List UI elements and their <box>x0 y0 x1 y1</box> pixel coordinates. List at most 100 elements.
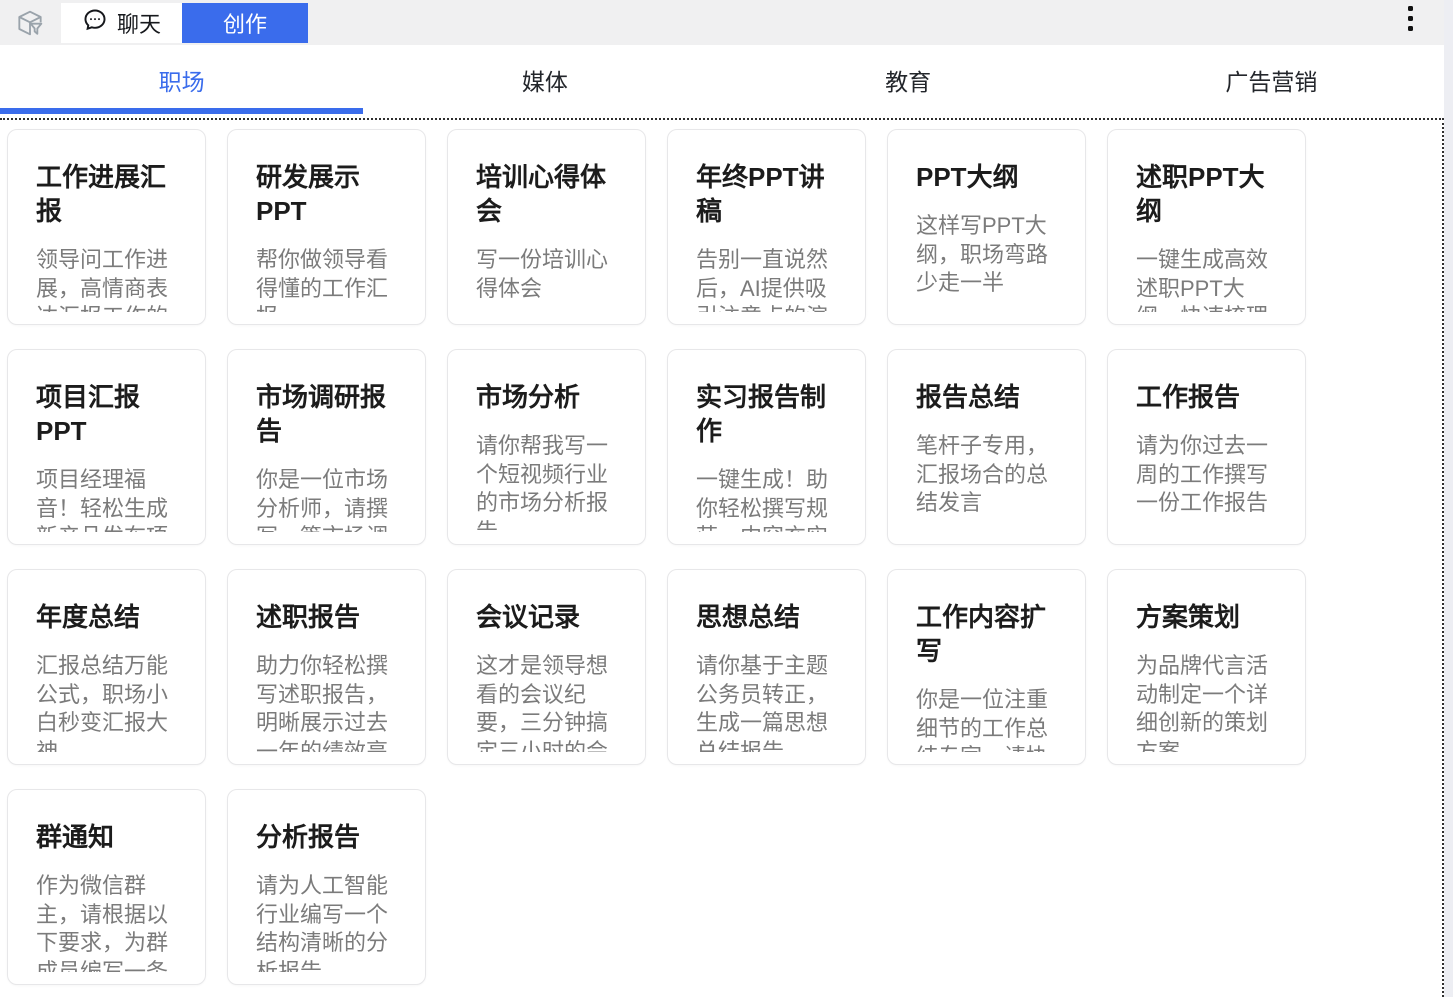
scrollbar[interactable] <box>1444 0 1453 997</box>
prompt-card[interactable]: 分析报告 请为人工智能行业编写一个结构清晰的分析报告 <box>227 789 426 985</box>
card-content-clip: 培训心得体会 写一份培训心得体会 <box>476 160 618 312</box>
prompt-card[interactable]: 会议记录 这才是领导想看的会议纪要，三分钟搞定三小时的会议 <box>447 569 646 765</box>
card-description: 请你基于主题公务员转正，生成一篇思想总结报告 <box>696 652 838 752</box>
card-content-clip: 思想总结 请你基于主题公务员转正，生成一篇思想总结报告 <box>696 600 838 752</box>
prompt-card[interactable]: 工作内容扩写 你是一位注重细节的工作总结专家，请协助扩写 <box>887 569 1086 765</box>
card-title: 会议记录 <box>476 600 618 634</box>
card-description: 领导问工作进展，高情商表达汇报工作的好 <box>36 246 178 312</box>
card-title: 群通知 <box>36 820 178 854</box>
prompt-card[interactable]: 思想总结 请你基于主题公务员转正，生成一篇思想总结报告 <box>667 569 866 765</box>
card-content-clip: 市场调研报告 你是一位市场分析师，请撰写一篇市场调研报告 <box>256 380 398 532</box>
card-title: 项目汇报PPT <box>36 380 178 448</box>
category-tab[interactable]: 媒体 <box>363 45 726 118</box>
card-content-clip: 研发展示PPT 帮你做领导看得懂的工作汇报 <box>256 160 398 312</box>
category-tab[interactable]: 教育 <box>727 45 1090 118</box>
card-description: 一键生成高效述职PPT大纲，快速梳理重点 <box>1136 246 1278 312</box>
prompt-card[interactable]: 实习报告制作 一键生成！助你轻松撰写规范、内容充实的实习报告 <box>667 349 866 545</box>
card-content-clip: PPT大纲 这样写PPT大纲，职场弯路少走一半 <box>916 160 1058 312</box>
card-title: 思想总结 <box>696 600 838 634</box>
card-content-clip: 方案策划 为品牌代言活动制定一个详细创新的策划方案 <box>1136 600 1278 752</box>
card-description: 助力你轻松撰写述职报告，明晰展示过去一年的绩效亮点 <box>256 652 398 752</box>
card-description: 告别一直说然后，AI提供吸引注意点的演讲稿 <box>696 246 838 312</box>
card-title: 市场分析 <box>476 380 618 414</box>
category-tab-bar: 职场 媒体 教育 广告营销 <box>0 45 1453 118</box>
prompt-card[interactable]: 项目汇报PPT 项目经理福音！轻松生成新产品发布项目汇报 <box>7 349 206 545</box>
card-content-clip: 年终PPT讲稿 告别一直说然后，AI提供吸引注意点的演讲稿 <box>696 160 838 312</box>
card-title: 年终PPT讲稿 <box>696 160 838 228</box>
card-description: 你是一位注重细节的工作总结专家，请协助扩写 <box>916 686 1058 752</box>
card-title: 实习报告制作 <box>696 380 838 448</box>
prompt-card[interactable]: 年度总结 汇报总结万能公式，职场小白秒变汇报大神 <box>7 569 206 765</box>
prompt-card[interactable]: 研发展示PPT 帮你做领导看得懂的工作汇报 <box>227 129 426 325</box>
category-tab-label: 职场 <box>159 63 205 97</box>
card-description: 你是一位市场分析师，请撰写一篇市场调研报告 <box>256 466 398 532</box>
card-description: 项目经理福音！轻松生成新产品发布项目汇报 <box>36 466 178 532</box>
card-title: 方案策划 <box>1136 600 1278 634</box>
tab-chat-label: 聊天 <box>117 7 161 39</box>
card-description: 帮你做领导看得懂的工作汇报 <box>256 246 398 312</box>
card-content-clip: 工作内容扩写 你是一位注重细节的工作总结专家，请协助扩写 <box>916 600 1058 752</box>
prompt-card[interactable]: PPT大纲 这样写PPT大纲，职场弯路少走一半 <box>887 129 1086 325</box>
prompt-card[interactable]: 报告总结 笔杆子专用，汇报场合的总结发言 <box>887 349 1086 545</box>
category-tab-label: 媒体 <box>522 63 568 97</box>
prompt-card[interactable]: 述职PPT大纲 一键生成高效述职PPT大纲，快速梳理重点 <box>1107 129 1306 325</box>
card-description: 作为微信群主，请根据以下要求，为群成员编写一条通知 <box>36 872 178 972</box>
card-description: 请为你过去一周的工作撰写一份工作报告 <box>1136 432 1278 518</box>
card-content-clip: 分析报告 请为人工智能行业编写一个结构清晰的分析报告 <box>256 820 398 972</box>
category-tab[interactable]: 职场 <box>0 45 363 118</box>
active-tab-underline <box>0 108 363 114</box>
card-description: 笔杆子专用，汇报场合的总结发言 <box>916 432 1058 518</box>
card-description: 请为人工智能行业编写一个结构清晰的分析报告 <box>256 872 398 972</box>
card-title: 述职PPT大纲 <box>1136 160 1278 228</box>
prompt-card[interactable]: 年终PPT讲稿 告别一直说然后，AI提供吸引注意点的演讲稿 <box>667 129 866 325</box>
card-title: 市场调研报告 <box>256 380 398 448</box>
card-title: 述职报告 <box>256 600 398 634</box>
card-title: 研发展示PPT <box>256 160 398 228</box>
card-content-clip: 报告总结 笔杆子专用，汇报场合的总结发言 <box>916 380 1058 532</box>
card-title: 分析报告 <box>256 820 398 854</box>
create-panel: 工作进展汇报 领导问工作进展，高情商表达汇报工作的好 研发展示PPT 帮你做领导… <box>0 118 1444 997</box>
card-content-clip: 工作报告 请为你过去一周的工作撰写一份工作报告 <box>1136 380 1278 532</box>
card-title: PPT大纲 <box>916 160 1058 194</box>
card-description: 一键生成！助你轻松撰写规范、内容充实的实习报告 <box>696 466 838 532</box>
more-menu-icon[interactable] <box>1401 6 1419 36</box>
prompt-card[interactable]: 方案策划 为品牌代言活动制定一个详细创新的策划方案 <box>1107 569 1306 765</box>
card-description: 为品牌代言活动制定一个详细创新的策划方案 <box>1136 652 1278 752</box>
app-logo-cube-icon <box>13 6 47 40</box>
prompt-card[interactable]: 工作进展汇报 领导问工作进展，高情商表达汇报工作的好 <box>7 129 206 325</box>
card-description: 这样写PPT大纲，职场弯路少走一半 <box>916 212 1058 298</box>
card-description: 写一份培训心得体会 <box>476 246 618 303</box>
card-content-clip: 工作进展汇报 领导问工作进展，高情商表达汇报工作的好 <box>36 160 178 312</box>
card-description: 请你帮我写一个短视频行业的市场分析报告 <box>476 432 618 532</box>
top-bar: 聊天 创作 <box>0 0 1453 45</box>
prompt-card[interactable]: 市场分析 请你帮我写一个短视频行业的市场分析报告 <box>447 349 646 545</box>
category-tab[interactable]: 广告营销 <box>1090 45 1453 118</box>
category-tab-label: 教育 <box>885 63 931 97</box>
category-tab-label: 广告营销 <box>1225 63 1317 97</box>
card-title: 工作内容扩写 <box>916 600 1058 668</box>
card-title: 报告总结 <box>916 380 1058 414</box>
chat-bubble-icon <box>82 7 108 39</box>
card-content-clip: 述职PPT大纲 一键生成高效述职PPT大纲，快速梳理重点 <box>1136 160 1278 312</box>
card-description: 这才是领导想看的会议纪要，三分钟搞定三小时的会议 <box>476 652 618 752</box>
card-title: 工作报告 <box>1136 380 1278 414</box>
tab-chat[interactable]: 聊天 <box>61 3 182 43</box>
card-title: 工作进展汇报 <box>36 160 178 228</box>
card-content-clip: 实习报告制作 一键生成！助你轻松撰写规范、内容充实的实习报告 <box>696 380 838 532</box>
prompt-card[interactable]: 述职报告 助力你轻松撰写述职报告，明晰展示过去一年的绩效亮点 <box>227 569 426 765</box>
prompt-card[interactable]: 群通知 作为微信群主，请根据以下要求，为群成员编写一条通知 <box>7 789 206 985</box>
prompt-card[interactable]: 市场调研报告 你是一位市场分析师，请撰写一篇市场调研报告 <box>227 349 426 545</box>
card-title: 培训心得体会 <box>476 160 618 228</box>
prompt-card[interactable]: 培训心得体会 写一份培训心得体会 <box>447 129 646 325</box>
card-description: 汇报总结万能公式，职场小白秒变汇报大神 <box>36 652 178 752</box>
card-title: 年度总结 <box>36 600 178 634</box>
card-content-clip: 项目汇报PPT 项目经理福音！轻松生成新产品发布项目汇报 <box>36 380 178 532</box>
prompt-card[interactable]: 工作报告 请为你过去一周的工作撰写一份工作报告 <box>1107 349 1306 545</box>
card-content-clip: 年度总结 汇报总结万能公式，职场小白秒变汇报大神 <box>36 600 178 752</box>
card-content-clip: 群通知 作为微信群主，请根据以下要求，为群成员编写一条通知 <box>36 820 178 972</box>
prompt-card-grid: 工作进展汇报 领导问工作进展，高情商表达汇报工作的好 研发展示PPT 帮你做领导… <box>7 129 1442 985</box>
tab-create-label: 创作 <box>223 7 267 39</box>
card-content-clip: 市场分析 请你帮我写一个短视频行业的市场分析报告 <box>476 380 618 532</box>
tab-create[interactable]: 创作 <box>182 3 308 43</box>
card-content-clip: 会议记录 这才是领导想看的会议纪要，三分钟搞定三小时的会议 <box>476 600 618 752</box>
